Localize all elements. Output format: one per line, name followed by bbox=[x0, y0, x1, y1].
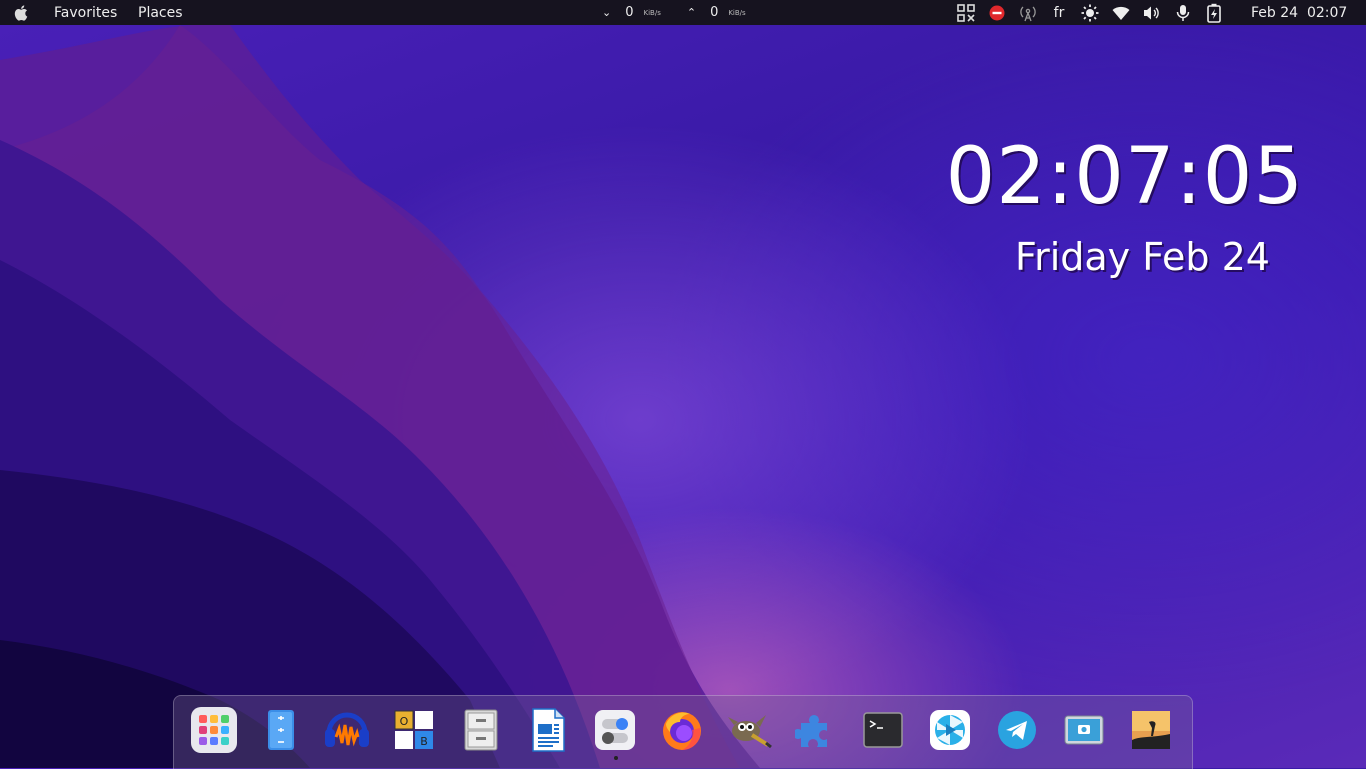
audacity-icon bbox=[325, 712, 369, 747]
wifi-icon[interactable] bbox=[1110, 0, 1132, 25]
do-not-disturb-icon[interactable] bbox=[986, 0, 1008, 25]
dock-media-player[interactable] bbox=[926, 706, 974, 754]
desktop-clock-date: Friday Feb 24 bbox=[1015, 235, 1270, 279]
dock-text-editor[interactable] bbox=[257, 706, 305, 754]
text-editor-icon bbox=[268, 710, 294, 750]
system-tray: fr bbox=[955, 0, 1234, 25]
dock-telegram[interactable] bbox=[993, 706, 1041, 754]
firefox-icon bbox=[663, 712, 701, 750]
photo-viewer-icon bbox=[1132, 711, 1170, 749]
puzzle-piece-icon bbox=[795, 715, 827, 747]
desktop-clock-time: 02:07:05 bbox=[945, 132, 1304, 222]
favorites-menu[interactable]: Favorites bbox=[54, 0, 117, 25]
dock-screenshot[interactable] bbox=[1060, 706, 1108, 754]
dock-settings-toggles[interactable] bbox=[591, 706, 639, 754]
dock-obs[interactable]: O B bbox=[390, 706, 438, 754]
writer-document-icon bbox=[532, 708, 565, 752]
dock-terminal[interactable] bbox=[859, 706, 907, 754]
dock-firefox[interactable] bbox=[658, 706, 706, 754]
svg-text:B: B bbox=[420, 735, 428, 748]
telegram-icon bbox=[998, 711, 1036, 749]
download-arrow-icon: ⌄ bbox=[602, 6, 612, 19]
download-speed-unit: KiB/s bbox=[643, 8, 661, 17]
keyboard-language[interactable]: fr bbox=[1048, 0, 1070, 25]
microphone-icon[interactable] bbox=[1172, 0, 1194, 25]
obs-grid-icon: O B bbox=[394, 710, 433, 749]
terminal-icon bbox=[863, 712, 903, 748]
panel-clock[interactable]: Feb 24 02:07 bbox=[1251, 0, 1347, 25]
brightness-icon[interactable] bbox=[1079, 0, 1101, 25]
upload-arrow-icon: ⌃ bbox=[686, 6, 697, 19]
dock-extensions[interactable] bbox=[792, 706, 840, 754]
dock-file-cabinet[interactable] bbox=[457, 706, 505, 754]
file-cabinet-icon bbox=[464, 709, 498, 751]
top-panel: Favorites Places ⌄ 0 KiB/s ⌃ 0 KiB/s fr bbox=[0, 0, 1366, 25]
battery-charging-icon[interactable] bbox=[1203, 0, 1225, 25]
upload-speed-value: 0 bbox=[710, 5, 719, 20]
dock-photo-viewer[interactable] bbox=[1127, 706, 1175, 754]
upload-speed-unit: KiB/s bbox=[728, 8, 746, 17]
media-player-icon bbox=[930, 710, 970, 750]
volume-icon[interactable] bbox=[1141, 0, 1163, 25]
app-grid-icon bbox=[191, 707, 237, 753]
dock-libreoffice-writer[interactable] bbox=[524, 706, 572, 754]
qr-grid-icon[interactable] bbox=[955, 0, 977, 25]
dock-audacity[interactable] bbox=[323, 706, 371, 754]
running-indicator-dot bbox=[614, 756, 618, 760]
dock-app-grid[interactable] bbox=[190, 706, 238, 754]
dock: O B bbox=[173, 695, 1193, 769]
desktop-wallpaper bbox=[0, 24, 760, 768]
download-speed-value: 0 bbox=[625, 5, 634, 20]
screenshot-camera-icon bbox=[1064, 715, 1104, 745]
svg-text:O: O bbox=[400, 715, 409, 728]
antenna-icon[interactable] bbox=[1017, 0, 1039, 25]
places-menu[interactable]: Places bbox=[138, 0, 183, 25]
settings-toggles-icon bbox=[595, 710, 635, 750]
gimp-icon bbox=[728, 715, 772, 749]
network-speed-indicator[interactable]: ⌄ 0 KiB/s ⌃ 0 KiB/s bbox=[602, 0, 772, 25]
dock-gimp[interactable] bbox=[725, 706, 773, 754]
apple-menu-button[interactable] bbox=[13, 0, 31, 25]
apple-logo-icon bbox=[14, 4, 28, 21]
